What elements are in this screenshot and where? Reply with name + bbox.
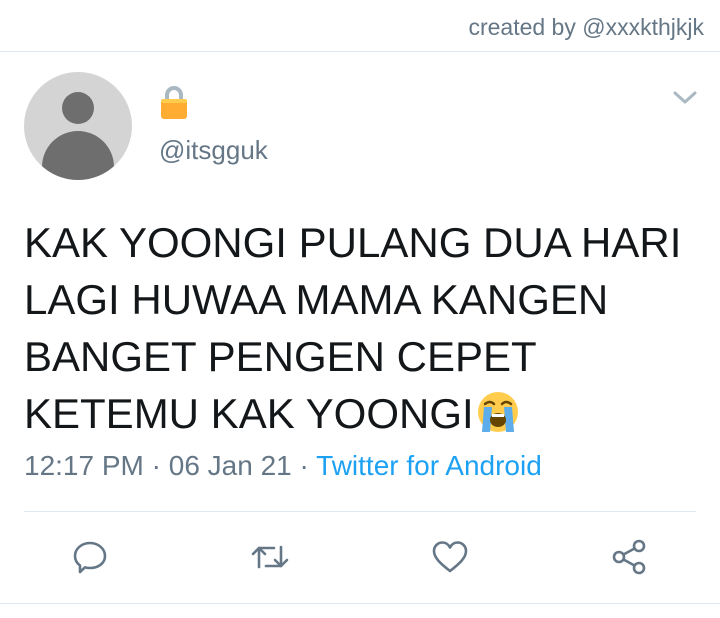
divider-bottom [0, 603, 720, 604]
tweet-source-link[interactable]: Twitter for Android [316, 450, 542, 481]
tweet-time: 12:17 PM [24, 450, 144, 481]
tweet-metadata: 12:17 PM · 06 Jan 21 · Twitter for Andro… [24, 450, 542, 482]
avatar-body-shape [42, 131, 114, 180]
meta-separator: · [299, 450, 309, 481]
retweet-icon [251, 545, 289, 569]
tweet-date: 06 Jan 21 [168, 450, 292, 481]
lock-icon [161, 86, 187, 119]
divider-top [0, 51, 720, 52]
meta-separator: · [151, 450, 161, 481]
avatar-head-shape [62, 92, 94, 124]
avatar[interactable] [24, 72, 132, 180]
heart-icon [432, 541, 468, 573]
share-icon [612, 539, 646, 575]
user-handle[interactable]: @itsgguk [159, 135, 268, 166]
tweet-body: KAK YOONGI PULANG DUA HARI LAGI HUWAA MA… [24, 219, 682, 437]
chevron-down-icon[interactable] [671, 88, 699, 108]
tweet-text: KAK YOONGI PULANG DUA HARI LAGI HUWAA MA… [24, 214, 696, 442]
reply-icon [73, 541, 107, 574]
divider-actions [24, 511, 696, 512]
like-button[interactable] [430, 537, 470, 577]
crying-face-emoji-icon [477, 392, 518, 432]
reply-button[interactable] [70, 537, 110, 577]
share-button[interactable] [610, 537, 650, 577]
watermark-credit: created by @xxxkthjkjk [468, 14, 704, 40]
retweet-button[interactable] [250, 537, 290, 577]
